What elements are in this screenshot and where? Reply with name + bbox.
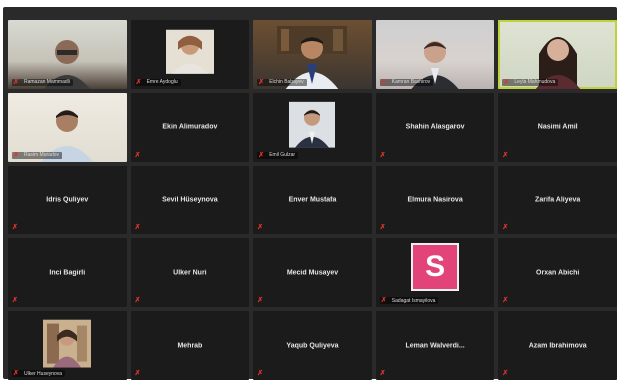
- microphone-muted-icon: ✗: [380, 78, 387, 86]
- participant-name-label: ✗ Elchin Babayev: [257, 78, 307, 86]
- participant-name: Mecid Musayev: [286, 269, 339, 277]
- microphone-muted-icon: ✗: [379, 151, 386, 159]
- microphone-muted-icon: ✗: [12, 224, 18, 232]
- participant-tile[interactable]: Yaqub Quliyeva ✗: [253, 311, 372, 380]
- microphone-muted-icon: ✗: [503, 78, 510, 86]
- microphone-muted-icon: ✗: [134, 151, 141, 159]
- participant-name-label: ✗ Leyla Mahmudova: [502, 78, 559, 86]
- microphone-muted-icon: ✗: [379, 370, 386, 377]
- participant-name: Nasimi Amil: [537, 123, 578, 131]
- microphone-muted-icon: ✗: [13, 370, 19, 377]
- participant-tile[interactable]: Mecid Musayev ✗: [253, 238, 372, 308]
- participant-tile[interactable]: Leman Walverdi... ✗: [375, 311, 495, 380]
- participant-tile[interactable]: ✗ Ulker Huseynova: [8, 311, 127, 380]
- microphone-muted-icon: ✗: [502, 224, 509, 232]
- participant-tile[interactable]: Orxan Abichi ✗: [498, 238, 617, 308]
- microphone-muted-icon: ✗: [380, 297, 387, 305]
- participant-name: Inci Bagirli: [49, 269, 86, 277]
- microphone-muted-icon: ✗: [257, 370, 264, 377]
- participant-tile[interactable]: Idris Quliyev ✗: [8, 165, 127, 235]
- participant-tile[interactable]: Ulker Nuri ✗: [130, 238, 250, 308]
- microphone-muted-icon: ✗: [258, 151, 265, 159]
- microphone-muted-icon: ✗: [502, 297, 509, 305]
- participant-tile[interactable]: Nasimi Amil ✗: [498, 92, 617, 162]
- participant-tile[interactable]: ✗ Rasim Muradov: [8, 92, 127, 162]
- participant-name: Sevil Hüseynova: [162, 196, 218, 204]
- participant-tile[interactable]: ✗ Emil Gulzar: [253, 92, 372, 162]
- participant-tile[interactable]: Inci Bagirli ✗: [8, 238, 127, 308]
- participant-name: Azam Ibrahimova: [528, 342, 587, 350]
- participant-name-label: ✗ Sadagat Ismayilova: [379, 297, 439, 305]
- participant-tile[interactable]: ✗ Ramazan Mammadli: [8, 20, 127, 89]
- participant-name: Leman Walverdi...: [405, 342, 465, 350]
- participant-name-label: ✗ Emil Gulzar: [257, 151, 299, 159]
- participant-thumbnail: [43, 319, 92, 368]
- participant-tile[interactable]: Ekin Alimuradov ✗: [130, 92, 250, 162]
- participant-name-label: ✗ Rasim Muradov: [12, 151, 63, 159]
- microphone-muted-icon: ✗: [257, 297, 264, 305]
- microphone-muted-icon: ✗: [12, 297, 18, 305]
- participant-avatar: S: [411, 243, 460, 292]
- microphone-muted-icon: ✗: [134, 224, 141, 232]
- microphone-muted-icon: ✗: [134, 297, 141, 305]
- microphone-muted-icon: ✗: [134, 370, 141, 377]
- microphone-muted-icon: ✗: [13, 78, 19, 86]
- participant-name: Enver Mustafa: [288, 196, 337, 204]
- participant-name: Shahin Alasgarov: [405, 123, 465, 131]
- microphone-muted-icon: ✗: [379, 224, 386, 232]
- participant-name: Ekin Alimuradov: [162, 123, 218, 131]
- participant-name-label: ✗ Kamran Bashirov: [379, 78, 434, 86]
- participant-name-label: ✗ Emre Aydoglu: [134, 78, 181, 86]
- participant-tile[interactable]: Zarifa Aliyeva ✗: [498, 165, 617, 235]
- microphone-muted-icon: ✗: [135, 78, 142, 86]
- participant-tile-active-speaker[interactable]: ✗ Leyla Mahmudova: [498, 20, 617, 89]
- microphone-muted-icon: ✗: [502, 370, 509, 377]
- participant-name: Mehrab: [177, 342, 203, 350]
- participant-name-label: ✗ Ramazan Mammadli: [12, 78, 73, 86]
- gallery-grid: ✗ Ramazan Mammadli ✗ Emre Aydoglu ✗ Elch…: [8, 20, 617, 380]
- participant-name: Elmura Nasirova: [407, 196, 463, 204]
- participant-name: Zarifa Aliyeva: [535, 196, 581, 204]
- participant-tile[interactable]: ✗ Emre Aydoglu: [130, 20, 250, 89]
- participant-name: Idris Quliyev: [46, 196, 89, 204]
- microphone-muted-icon: ✗: [258, 78, 265, 86]
- participant-thumbnail: [165, 30, 214, 75]
- participant-name-label: ✗ Ulker Huseynova: [12, 370, 66, 377]
- participant-tile[interactable]: Elmura Nasirova ✗: [375, 165, 495, 235]
- participant-tile[interactable]: Sevil Hüseynova ✗: [130, 165, 250, 235]
- participant-name: Orxan Abichi: [536, 269, 580, 277]
- microphone-muted-icon: ✗: [257, 224, 264, 232]
- participant-tile[interactable]: Azam Ibrahimova ✗: [498, 311, 617, 380]
- participant-tile[interactable]: Shahin Alasgarov ✗: [375, 92, 495, 162]
- participant-tile[interactable]: ✗ Kamran Bashirov: [375, 20, 495, 89]
- participant-thumbnail: [289, 101, 336, 148]
- participant-name: Yaqub Quliyeva: [286, 342, 339, 350]
- microphone-muted-icon: ✗: [13, 151, 19, 159]
- participant-tile[interactable]: Mehrab ✗: [130, 311, 250, 380]
- participant-tile[interactable]: Enver Mustafa ✗: [253, 165, 372, 235]
- participant-name: Ulker Nuri: [173, 269, 207, 277]
- participant-tile[interactable]: S ✗ Sadagat Ismayilova: [375, 238, 495, 308]
- participant-tile[interactable]: ✗ Elchin Babayev: [253, 20, 372, 89]
- microphone-muted-icon: ✗: [502, 151, 509, 159]
